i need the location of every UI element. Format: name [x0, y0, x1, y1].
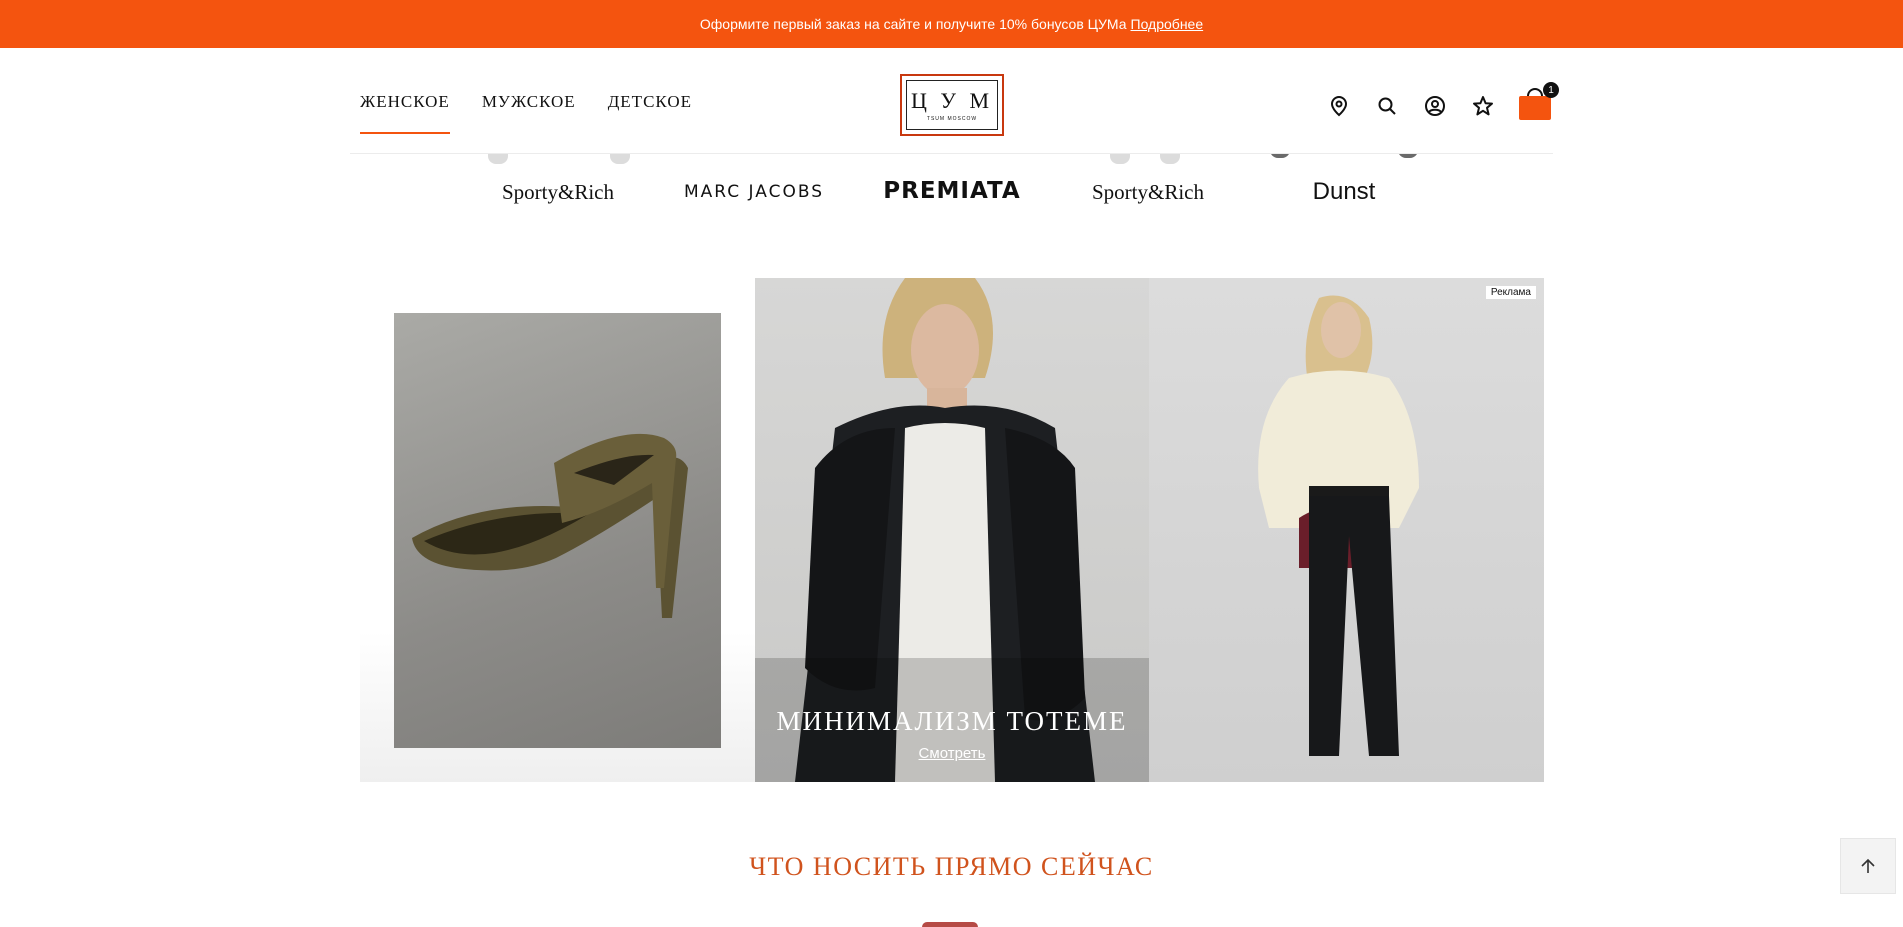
cart-bag: [1519, 96, 1551, 120]
account-icon[interactable]: [1421, 92, 1449, 120]
site-header: ЖЕНСКОЕ МУЖСКОЕ ДЕТСКОЕ Ц У М TSUM MOSCO…: [350, 48, 1559, 154]
brand-sporty-rich-2[interactable]: Sporty&Rich: [1068, 180, 1228, 205]
cart-bag-icon[interactable]: 1: [1517, 82, 1559, 124]
logo-subtitle: TSUM MOSCOW: [926, 116, 978, 122]
nav-women[interactable]: ЖЕНСКОЕ: [360, 92, 450, 134]
ad-label[interactable]: Реклама: [1485, 286, 1536, 299]
main-nav: ЖЕНСКОЕ МУЖСКОЕ ДЕТСКОЕ: [360, 92, 692, 134]
logo[interactable]: Ц У М TSUM MOSCOW: [900, 74, 1004, 136]
header-icons: 1: [1325, 82, 1559, 124]
brand-sporty-rich[interactable]: Sporty&Rich: [478, 180, 638, 205]
section-title: ЧТО НОСИТЬ ПРЯМО СЕЙЧАС: [749, 852, 1154, 881]
nav-kids[interactable]: ДЕТСКОЕ: [608, 92, 692, 134]
search-icon[interactable]: [1373, 92, 1401, 120]
brand-marc-jacobs[interactable]: MARC JACOBS: [674, 182, 834, 202]
banner-mid-panel: МИНИМАЛИЗМ TOTEME Смотреть: [755, 278, 1149, 782]
banner-title: МИНИМАЛИЗМ TOTEME: [776, 706, 1128, 736]
scroll-to-top-button[interactable]: [1840, 838, 1896, 894]
logo-letters: Ц У М: [910, 88, 994, 113]
logo-frame: Ц У М TSUM MOSCOW: [906, 80, 998, 130]
promo-banner[interactable]: МИНИМАЛИЗМ TOTEME Смотреть Реклама: [360, 278, 1544, 782]
cart-count-badge: 1: [1543, 82, 1559, 98]
favorites-star-icon[interactable]: [1469, 92, 1497, 120]
banner-right-panel: Реклама: [1149, 278, 1544, 782]
brand-dunst[interactable]: Dunst: [1264, 178, 1424, 206]
brand-premiata[interactable]: PREMIATA: [872, 178, 1032, 204]
shoe-image: [394, 313, 721, 748]
arrow-up-icon: [1861, 858, 1875, 873]
banner-view-link[interactable]: Смотреть: [755, 745, 1149, 762]
promo-more-link[interactable]: Подробнее: [1131, 16, 1204, 32]
location-pin-icon[interactable]: [1325, 92, 1353, 120]
banner-left-panel: [360, 278, 755, 782]
next-section-image-peek: [922, 922, 978, 927]
nav-men[interactable]: МУЖСКОЕ: [482, 92, 576, 134]
promo-text: Оформите первый заказ на сайте и получит…: [699, 16, 1127, 32]
promo-bar: Оформите первый заказ на сайте и получит…: [0, 0, 1903, 48]
